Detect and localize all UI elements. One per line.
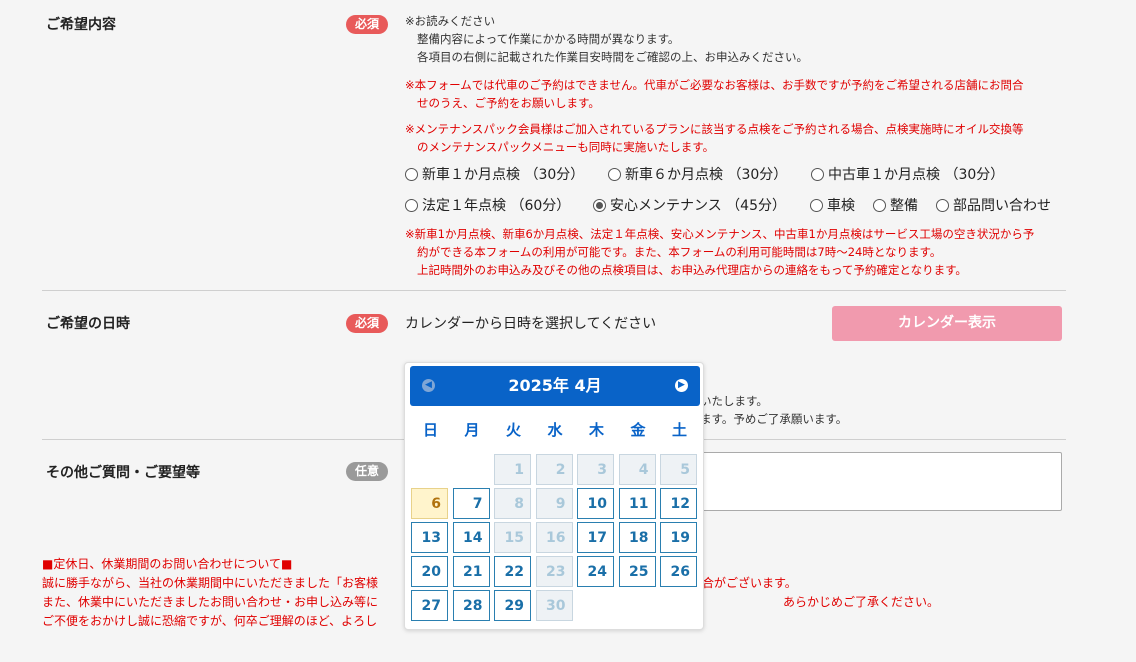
calendar-day: 30 [535, 590, 573, 621]
notice-line: のメンテナンスパックメニューも同時に実施いたします。 [417, 140, 715, 154]
calendar-day[interactable]: 24 [577, 556, 614, 587]
calendar-day[interactable]: 25 [618, 556, 656, 587]
notice-line: ※メンテナンスパック会員様はご加入されているプランに該当する点検をご予約される場… [405, 122, 1024, 136]
calendar-day[interactable]: 13 [411, 522, 448, 553]
notice-line: 誠に勝手ながら、当社の休業期間中にいただきました「お客様 [42, 576, 379, 590]
radio-icon[interactable] [873, 198, 886, 212]
datetime-prompt: カレンダーから日時を選択してください [405, 316, 657, 332]
calendar-day[interactable]: 10 [577, 488, 614, 519]
radio-icon[interactable] [811, 167, 824, 181]
reservation-availability-notice: ※新車1か月点検、新車6か月点検、法定１年点検、安心メンテナンス、中古車1か月点… [405, 225, 1034, 279]
weekday-header: 金 [630, 421, 646, 439]
calendar-day: 16 [535, 522, 573, 553]
option-shaken[interactable]: 車検 [810, 195, 855, 215]
show-calendar-button[interactable]: カレンダー表示 [832, 306, 1062, 341]
calendar-day: 23 [535, 556, 573, 587]
notice-block: ※お読みください 整備内容によって作業にかかる時間が異なります。 各項目の右側に… [405, 12, 808, 66]
notice-line: また、休業中にいただきましたお問い合わせ・お申し込み等に [42, 595, 379, 609]
option-parts-inquiry[interactable]: 部品問い合わせ [936, 195, 1051, 215]
calendar-header: 2025年 4月 ◀ ▶ [410, 366, 700, 406]
radio-icon[interactable] [936, 198, 949, 212]
notice-line: 上記時間外のお申込み及びその他の点検項目は、お申込み代理店からの連絡をもって予約… [417, 263, 967, 277]
weekday-header: 日 [422, 421, 438, 439]
holiday-notice-right: 合がございます。 あらかじめご了承ください。 [702, 574, 939, 612]
weekday-header: 水 [547, 421, 563, 439]
notice-line: ます。予めご了承願います。 [700, 412, 848, 426]
next-month-icon[interactable]: ▶ [675, 379, 688, 392]
radio-icon[interactable] [405, 198, 418, 212]
calendar-day: 5 [660, 454, 697, 485]
calendar-day[interactable]: 21 [452, 556, 490, 587]
calendar-day[interactable]: 19 [660, 522, 697, 553]
calendar-day: 9 [535, 488, 573, 519]
calendar-day[interactable]: 18 [618, 522, 656, 553]
required-badge: 必須 [346, 314, 388, 333]
calendar-day[interactable]: 11 [618, 488, 656, 519]
calendar-day[interactable]: 27 [411, 590, 448, 621]
required-badge: 必須 [346, 15, 388, 34]
partially-hidden-notice: いたします。 ます。予めご了承願います。 [700, 392, 847, 428]
calendar-day[interactable]: 7 [452, 488, 490, 519]
calendar-day[interactable]: 29 [494, 590, 531, 621]
notice-line: あらかじめご了承ください。 [783, 595, 940, 609]
calendar-day: 3 [577, 454, 614, 485]
section-divider [42, 290, 1066, 291]
calendar-day: 15 [494, 522, 531, 553]
section-label-datetime: ご希望の日時 [46, 316, 130, 332]
weekday-header: 土 [671, 421, 687, 439]
calendar-day[interactable]: 17 [577, 522, 614, 553]
calendar-day: 4 [618, 454, 656, 485]
notice-line: ※本フォームでは代車のご予約はできません。代車がご必要なお客様は、お手数ですが予… [405, 78, 1024, 92]
other-questions-textarea[interactable] [690, 452, 1062, 511]
calendar-day[interactable]: 28 [452, 590, 490, 621]
notice-line: 合がございます。 [702, 576, 797, 590]
calendar-day[interactable]: 6 [411, 488, 448, 519]
weekday-header: 木 [588, 421, 604, 439]
calendar-day[interactable]: 22 [494, 556, 531, 587]
holiday-notice: ■定休日、休業期間のお問い合わせについて■ 誠に勝手ながら、当社の休業期間中にい… [42, 555, 378, 631]
option-new-car-6month[interactable]: 新車６か月点検 （30分） [608, 164, 787, 184]
radio-icon[interactable] [405, 167, 418, 181]
notice-line: 整備内容によって作業にかかる時間が異なります。 [417, 32, 680, 46]
calendar-day: 2 [535, 454, 573, 485]
option-legal-1year[interactable]: 法定１年点検 （60分） [405, 195, 570, 215]
radio-selected-icon[interactable] [593, 198, 606, 212]
option-anshin-maintenance[interactable]: 安心メンテナンス （45分） [593, 195, 786, 215]
optional-badge: 任意 [346, 462, 388, 481]
calendar-day[interactable]: 12 [660, 488, 697, 519]
prev-month-icon[interactable]: ◀ [422, 379, 435, 392]
radio-icon[interactable] [810, 198, 823, 212]
maintenance-pack-notice: ※メンテナンスパック会員様はご加入されているプランに該当する点検をご予約される場… [405, 120, 1024, 156]
notice-line: 各項目の右側に記載された作業目安時間をご確認の上、お申込みください。 [417, 50, 808, 64]
calendar-day[interactable]: 20 [411, 556, 448, 587]
calendar-month-title: 2025年 4月 [508, 376, 602, 395]
section-label-request: ご希望内容 [46, 17, 116, 33]
notice-line: ※新車1か月点検、新車6か月点検、法定１年点検、安心メンテナンス、中古車1か月点… [405, 227, 1035, 241]
calendar-day[interactable]: 26 [660, 556, 697, 587]
calendar-popup: 2025年 4月 ◀ ▶ 日月火水木金土 1 2 3 4 5 6 7 8 9 10 11 12 13 14… [404, 362, 704, 630]
holiday-notice-heading: ■定休日、休業期間のお問い合わせについて■ [42, 557, 293, 571]
notice-line: いたします。 [700, 394, 768, 408]
option-seibi[interactable]: 整備 [873, 195, 918, 215]
weekday-header: 火 [505, 421, 521, 439]
notice-line: せのうえ、ご予約をお願いします。 [417, 96, 600, 110]
courtesy-car-notice: ※本フォームでは代車のご予約はできません。代車がご必要なお客様は、お手数ですが予… [405, 76, 1023, 112]
notice-line: ご不便をおかけし誠に恐縮ですが、何卒ご理解のほど、よろし [42, 614, 378, 628]
notice-line: 約ができる本フォームの利用が可能です。また、本フォームの利用可能時間は7時〜24… [417, 245, 942, 259]
option-used-car-1month[interactable]: 中古車１か月点検 （30分） [811, 164, 1004, 184]
weekday-header: 月 [464, 421, 480, 439]
calendar-day: 1 [494, 454, 531, 485]
option-new-car-1month[interactable]: 新車１か月点検 （30分） [405, 164, 584, 184]
calendar-day[interactable]: 14 [452, 522, 490, 553]
calendar-day: 8 [494, 488, 531, 519]
radio-icon[interactable] [608, 167, 621, 181]
notice-heading: ※お読みください [405, 14, 496, 28]
section-label-other: その他ご質問・ご要望等 [46, 465, 200, 481]
